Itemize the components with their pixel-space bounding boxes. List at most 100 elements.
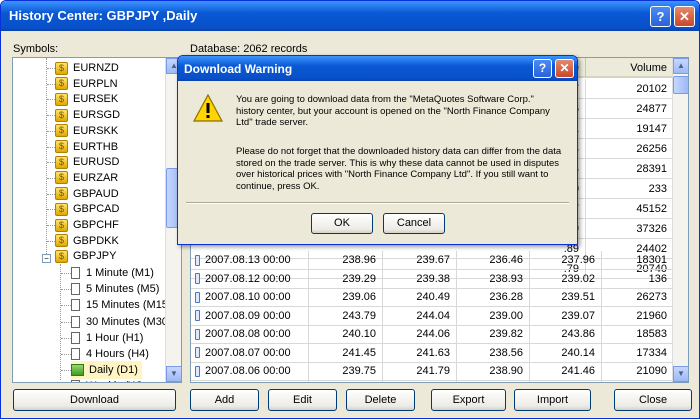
- download-warning-dialog: Download Warning ? ✕ You are going to do…: [177, 55, 578, 245]
- currency-icon: $: [55, 234, 68, 248]
- tree-label: GBPCAD: [73, 203, 120, 216]
- tree-label: 30 Minutes (M30): [86, 315, 172, 328]
- cell-low: 239.00: [457, 306, 530, 326]
- cell-volume: 381: [602, 380, 674, 382]
- history-center-window: History Center: GBPJPY ,Daily ? ✕ Symbol…: [0, 0, 700, 419]
- import-button[interactable]: Import: [514, 389, 591, 411]
- tree-label: 1 Hour (H1): [86, 331, 144, 344]
- tree-label: EURTHB: [73, 140, 119, 153]
- cell-volume: 37326: [586, 219, 674, 239]
- cell-open: 240.80: [309, 380, 383, 382]
- currency-icon: $: [55, 202, 68, 216]
- table-row[interactable]: 2007.08.07 00:00 241.45 241.63 238.56 240.14…: [191, 343, 674, 363]
- cell-low: 238.93: [457, 269, 530, 289]
- close-window-button[interactable]: ✕: [674, 6, 695, 27]
- cell-date: 2007.08.06 00:00: [191, 362, 309, 381]
- cell-high: 239.38: [383, 269, 457, 289]
- table-row[interactable]: 2007.08.13 00:00 238.96 239.67 236.46 237.96…: [191, 251, 674, 270]
- ok-button[interactable]: OK: [311, 213, 373, 234]
- tree-label: Weekly (W): [86, 380, 143, 382]
- cell-volume: 19147: [586, 119, 674, 139]
- download-button[interactable]: Download: [13, 389, 176, 411]
- cell-open: 239.29: [309, 269, 383, 289]
- symbols-label: Symbols:: [13, 43, 59, 55]
- cell-high: 241.63: [383, 343, 457, 363]
- cell-high: 240.80: [383, 380, 457, 382]
- help-button[interactable]: ?: [650, 6, 671, 27]
- tree-label: GBPDKK: [73, 234, 119, 247]
- cell-volume: 21090: [602, 362, 674, 381]
- cell-date: 2007.08.08 00:00: [191, 325, 309, 344]
- tree-label: 15 Minutes (M15): [86, 299, 172, 312]
- tree-label: EURSGD: [73, 109, 121, 122]
- bar-icon: [195, 254, 200, 266]
- cell-volume: 21960: [602, 306, 674, 326]
- cell-date: 2007.08.07 00:00: [191, 343, 309, 363]
- tree-label: EURUSD: [73, 156, 120, 169]
- dialog-title: Download Warning: [184, 62, 293, 76]
- scroll-down-icon[interactable]: ▼: [166, 366, 181, 382]
- delete-button[interactable]: Delete: [346, 389, 415, 411]
- tree-item-timeframe[interactable]: Weekly (W): [71, 377, 147, 382]
- dialog-close-button[interactable]: ✕: [555, 59, 574, 78]
- cell-close: 243.86: [530, 325, 602, 344]
- tree-label: EURNZD: [73, 62, 119, 74]
- cell-date: 2007.08.13 00:00: [191, 251, 309, 270]
- grid-vertical-scrollbar[interactable]: ▲ ▼: [672, 58, 688, 382]
- table-row[interactable]: 2007.08.08 00:00 240.10 244.06 239.82 243.86…: [191, 325, 674, 344]
- cell-low: 236.46: [457, 251, 530, 270]
- cell-close: 237.96: [530, 251, 602, 270]
- symbols-tree[interactable]: $ EURNZD $ EURPLN $ EURSEK $ EURSGD $ EURSKK $ EURT…: [12, 57, 182, 383]
- cell-open: 241.45: [309, 343, 383, 363]
- tree-item-gbpjpy[interactable]: $ GBPJPY: [55, 247, 116, 265]
- table-row[interactable]: 2007.08.10 00:00 239.06 240.49 236.28 239.51…: [191, 288, 674, 307]
- dialog-help-button[interactable]: ?: [533, 59, 552, 78]
- cell-high: 244.06: [383, 325, 457, 344]
- tree-label: GBPAUD: [73, 187, 119, 200]
- close-button[interactable]: Close: [614, 389, 692, 411]
- export-button[interactable]: Export: [431, 389, 506, 411]
- cell-open: 239.06: [309, 288, 383, 307]
- tree-label: EURZAR: [73, 171, 119, 184]
- scroll-up-icon[interactable]: ▲: [673, 58, 688, 74]
- scroll-thumb[interactable]: [673, 76, 688, 94]
- cell-open: 240.10: [309, 325, 383, 344]
- cell-date: 2007.08.09 00:00: [191, 306, 309, 326]
- currency-icon: $: [55, 108, 68, 122]
- currency-icon: $: [55, 77, 68, 91]
- cell-low: 238.90: [457, 362, 530, 381]
- cell-volume: 26256: [586, 139, 674, 159]
- edit-button[interactable]: Edit: [268, 389, 337, 411]
- tree-label: EURSKK: [73, 124, 119, 137]
- col-header-volume[interactable]: Volume: [586, 58, 674, 78]
- document-icon: [71, 331, 80, 344]
- cancel-button[interactable]: Cancel: [383, 213, 445, 234]
- cell-low: 236.28: [457, 288, 530, 307]
- bar-icon: [195, 328, 200, 340]
- cell-close: 241.46: [530, 362, 602, 381]
- dialog-message-2: Please do not forget that the downloaded…: [236, 146, 562, 192]
- table-row[interactable]: 2007.08.09 00:00 243.79 244.04 239.00 239.07…: [191, 306, 674, 326]
- cell-volume: 28391: [586, 159, 674, 179]
- database-label: Database: 2062 records: [190, 43, 308, 55]
- calendar-icon: [71, 364, 84, 377]
- tree-label: EURPLN: [73, 77, 118, 90]
- cell-low: 239.73: [457, 380, 530, 382]
- cell-open: 243.79: [309, 306, 383, 326]
- document-icon: [71, 267, 80, 280]
- bar-icon: [195, 365, 200, 377]
- collapse-expander[interactable]: −: [42, 254, 51, 263]
- tree-label: EURSEK: [73, 93, 119, 106]
- table-row[interactable]: 2007.08.05 00:00240.80240.80239.73239.73…: [191, 380, 674, 382]
- document-icon: [71, 283, 80, 296]
- add-button[interactable]: Add: [190, 389, 259, 411]
- table-row[interactable]: 2007.08.06 00:00 239.75 241.79 238.90 241.46…: [191, 362, 674, 381]
- tree-label: Daily (D1): [89, 364, 138, 377]
- cell-volume: 136: [602, 269, 674, 289]
- document-icon: [71, 380, 80, 382]
- dialog-message-1: You are going to download data from the …: [236, 94, 550, 128]
- table-row[interactable]: 2007.08.12 00:00 239.29 239.38 238.93 239.02…: [191, 269, 674, 289]
- scroll-down-icon[interactable]: ▼: [673, 366, 688, 382]
- cell-volume: 26273: [602, 288, 674, 307]
- currency-icon: $: [55, 187, 68, 201]
